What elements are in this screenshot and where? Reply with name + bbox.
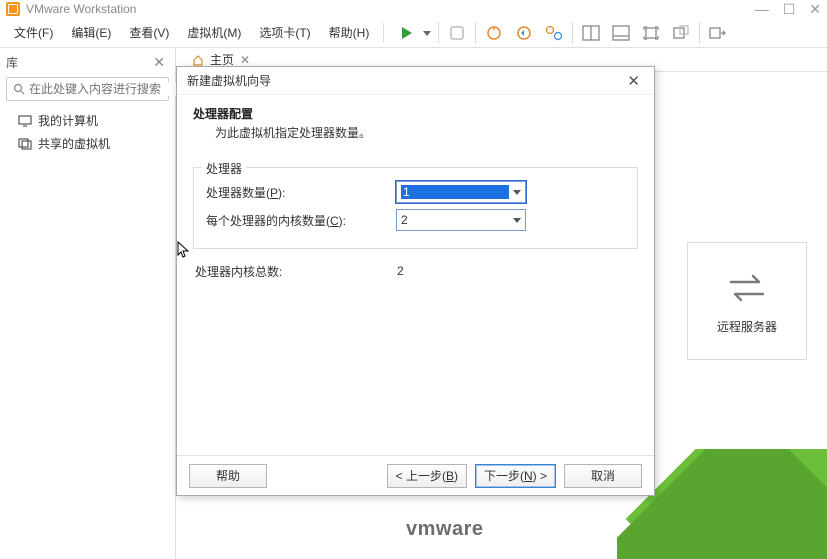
- power-menu-dropdown[interactable]: [420, 21, 434, 45]
- processor-count-value: 1: [401, 185, 509, 199]
- power-on-button[interactable]: [394, 21, 420, 45]
- snapshot-revert-icon[interactable]: [510, 21, 538, 45]
- tree-item-my-computer[interactable]: 我的计算机: [4, 109, 171, 132]
- menu-file[interactable]: 文件(F): [6, 20, 61, 45]
- new-vm-wizard-dialog: 新建虚拟机向导 ✕ 处理器配置 为此虚拟机指定处理器数量。 处理器 处理器数量(…: [176, 66, 655, 496]
- shared-icon: [18, 138, 32, 150]
- toolbar-separator: [572, 22, 573, 44]
- toolbar-separator: [438, 22, 439, 44]
- groupbox-title: 处理器: [202, 160, 246, 177]
- cores-label: 每个处理器的内核数量(C):: [206, 212, 396, 229]
- cancel-button[interactable]: 取消: [564, 464, 642, 488]
- menu-vm[interactable]: 虚拟机(M): [179, 20, 249, 45]
- library-sidebar: 库 ✕ 我的计算机 共享的虚拟机: [0, 48, 176, 559]
- row-processor-count: 处理器数量(P): 1: [206, 178, 625, 206]
- processor-count-combo[interactable]: 1: [396, 181, 526, 203]
- cores-value: 2: [401, 213, 509, 227]
- unity-icon[interactable]: [667, 21, 695, 45]
- mouse-cursor: [177, 241, 191, 259]
- dialog-footer: 帮助 < 上一步(B) 下一步(N) > 取消: [177, 455, 654, 495]
- menubar: 文件(F) 编辑(E) 查看(V) 虚拟机(M) 选项卡(T) 帮助(H): [0, 18, 827, 48]
- total-cores-value: 2: [397, 264, 404, 278]
- remote-server-icon: [725, 268, 769, 308]
- sidebar-header: 库 ✕: [0, 52, 175, 73]
- menu-view[interactable]: 查看(V): [121, 20, 177, 45]
- app-title: VMware Workstation: [26, 2, 136, 16]
- menu-help[interactable]: 帮助(H): [321, 20, 378, 45]
- titlebar: VMware Workstation — ☐ ✕: [0, 0, 827, 18]
- cores-combo[interactable]: 2: [396, 209, 526, 231]
- send-ctrl-alt-del-icon[interactable]: [704, 21, 732, 45]
- remote-server-card[interactable]: 远程服务器: [687, 242, 807, 360]
- fullscreen-icon[interactable]: [637, 21, 665, 45]
- tree-item-shared-vms[interactable]: 共享的虚拟机: [4, 132, 171, 155]
- sidebar-close-button[interactable]: ✕: [149, 54, 169, 71]
- dialog-body: 处理器 处理器数量(P): 1 每个处理器的内核数量(C): 2: [177, 153, 654, 455]
- toolbar-separator: [699, 22, 700, 44]
- dialog-title: 新建虚拟机向导: [187, 72, 271, 89]
- dialog-titlebar[interactable]: 新建虚拟机向导 ✕: [177, 67, 654, 95]
- back-button[interactable]: < 上一步(B): [387, 464, 467, 488]
- tab-close-button[interactable]: ✕: [240, 53, 250, 67]
- chevron-down-icon[interactable]: [509, 216, 521, 224]
- library-search-input[interactable]: [29, 82, 184, 96]
- menu-tabs[interactable]: 选项卡(T): [251, 20, 318, 45]
- home-icon: [192, 54, 204, 66]
- console-view-icon[interactable]: [607, 21, 635, 45]
- dialog-heading: 处理器配置: [193, 105, 638, 122]
- toolbar-separator: [383, 23, 384, 43]
- library-search[interactable]: [6, 77, 169, 101]
- library-tree: 我的计算机 共享的虚拟机: [0, 105, 175, 159]
- sidebar-title: 库: [6, 54, 18, 71]
- minimize-button[interactable]: —: [755, 1, 769, 18]
- monitor-icon: [18, 115, 32, 127]
- dialog-close-button[interactable]: ✕: [623, 72, 644, 90]
- window-close-button[interactable]: ✕: [809, 1, 821, 18]
- suspend-icon[interactable]: [443, 21, 471, 45]
- tree-item-label: 我的计算机: [38, 112, 98, 129]
- toolbar-separator: [475, 22, 476, 44]
- total-cores-label: 处理器内核总数:: [195, 263, 397, 280]
- processor-count-label: 处理器数量(P):: [206, 184, 396, 201]
- row-cores-per-processor: 每个处理器的内核数量(C): 2: [206, 206, 625, 234]
- maximize-button[interactable]: ☐: [783, 1, 796, 18]
- thumbnail-view-icon[interactable]: [577, 21, 605, 45]
- app-icon: [6, 2, 20, 16]
- menu-edit[interactable]: 编辑(E): [63, 20, 119, 45]
- processor-groupbox: 处理器 处理器数量(P): 1 每个处理器的内核数量(C): 2: [193, 167, 638, 249]
- help-button[interactable]: 帮助: [189, 464, 267, 488]
- tree-item-label: 共享的虚拟机: [38, 135, 110, 152]
- snapshot-take-icon[interactable]: [480, 21, 508, 45]
- snapshot-manager-icon[interactable]: [540, 21, 568, 45]
- row-total-cores: 处理器内核总数: 2: [193, 257, 638, 285]
- dialog-subheading: 为此虚拟机指定处理器数量。: [193, 124, 638, 141]
- search-icon: [13, 83, 25, 95]
- remote-server-label: 远程服务器: [717, 318, 777, 335]
- dialog-header: 处理器配置 为此虚拟机指定处理器数量。: [177, 95, 654, 153]
- vmware-logo: vmware: [406, 518, 484, 541]
- chevron-down-icon[interactable]: [509, 188, 521, 196]
- next-button[interactable]: 下一步(N) >: [475, 464, 556, 488]
